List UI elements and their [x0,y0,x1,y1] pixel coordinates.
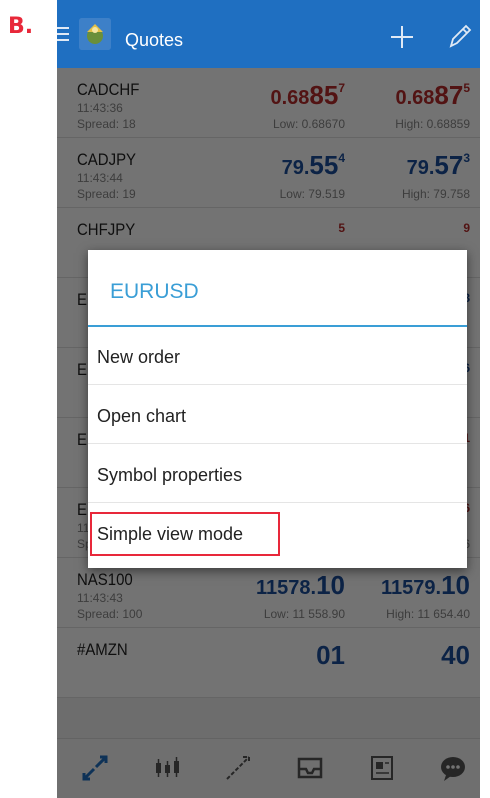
logo-icon[interactable] [79,18,111,50]
dialog-title: EURUSD [110,280,199,303]
context-menu-dialog: EURUSD New order Open chart Symbol prope… [88,250,467,568]
phone-screen: Quotes CADCHF11:43:36Spread: 18Low: 0.68… [57,0,480,798]
bottom-nav-dim [57,738,480,798]
frame-label: B. [8,14,34,39]
pencil-icon[interactable] [447,22,473,50]
page-title: Quotes [125,30,184,50]
menu-item-symbol-properties[interactable]: Symbol properties [88,445,467,503]
plus-icon[interactable] [389,24,415,50]
app-bar: Quotes [57,0,480,68]
menu-icon[interactable] [57,27,69,41]
menu-item-new-order[interactable]: New order [88,327,467,385]
highlight-box [90,512,280,556]
menu-item-open-chart[interactable]: Open chart [88,386,467,444]
